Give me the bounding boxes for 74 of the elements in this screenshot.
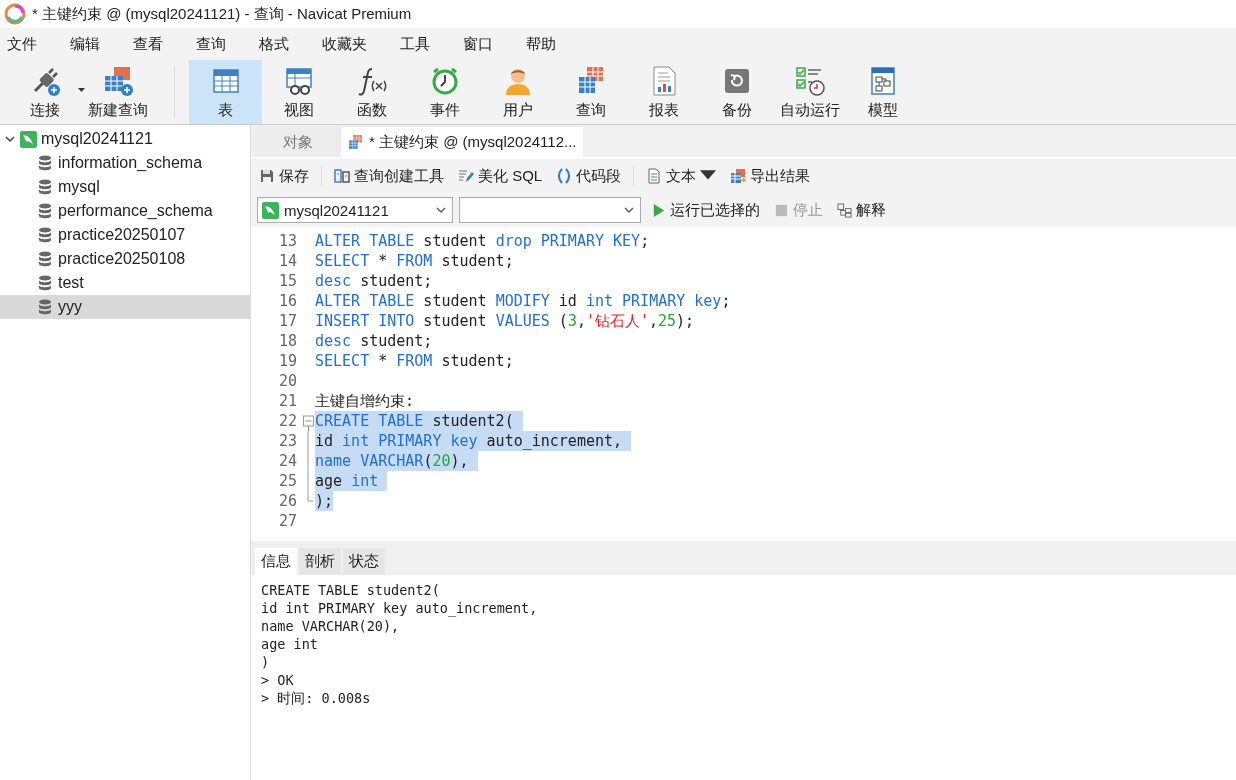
- toolbar-button[interactable]: 导出结果: [728, 166, 813, 186]
- line-number: 14: [277, 252, 298, 270]
- toolbar-button[interactable]: 函数: [335, 60, 408, 124]
- menu-item[interactable]: 查询: [189, 34, 238, 54]
- output-line: age int: [261, 635, 318, 653]
- output-line: id int PRIMARY key auto_increment,: [261, 599, 538, 617]
- toolbar-button[interactable]: 运行已选择的: [647, 200, 764, 220]
- toolbar-button[interactable]: 备份: [700, 60, 773, 124]
- line-number: 26: [277, 492, 298, 510]
- toolbar-button[interactable]: 解释: [833, 200, 890, 220]
- code-line: SELECT * FROM student;: [315, 251, 514, 271]
- window-title: * 主键约束 @ (mysql20241121) - 查询 - Navicat Premium: [32, 4, 412, 24]
- tree-item[interactable]: information_schema: [0, 151, 250, 175]
- output-line: > 时间: 0.008s: [261, 689, 371, 707]
- toolbar-button[interactable]: 美化 SQL: [456, 166, 545, 186]
- toolbar-button[interactable]: 表: [189, 60, 262, 124]
- menu-item[interactable]: 查看: [126, 34, 175, 54]
- toolbar-button[interactable]: 保存: [257, 166, 311, 186]
- line-number: 23: [277, 432, 298, 450]
- toolbar-button[interactable]: 连接: [8, 60, 81, 124]
- tree-item[interactable]: mysql20241121: [41, 130, 153, 148]
- tree-item[interactable]: practice20250108: [0, 247, 250, 271]
- line-number: 27: [277, 512, 298, 530]
- line-number: 16: [277, 292, 298, 310]
- toolbar-button[interactable]: 报表: [627, 60, 700, 124]
- code-line: ALTER TABLE student MODIFY id int PRIMARY key;: [315, 291, 731, 311]
- tree-item[interactable]: yyy: [0, 295, 250, 319]
- line-number: 13: [277, 232, 298, 250]
- code-line: SELECT * FROM student;: [315, 351, 514, 371]
- line-number: 24: [277, 452, 298, 470]
- line-number: 19: [277, 352, 298, 370]
- line-number: 20: [277, 372, 298, 390]
- line-number: 18: [277, 332, 298, 350]
- tree-item[interactable]: test: [0, 271, 250, 295]
- connection-dropdown[interactable]: mysql20241121: [257, 197, 453, 223]
- menu-item[interactable]: 编辑: [63, 34, 112, 54]
- toolbar-button[interactable]: 用户: [481, 60, 554, 124]
- toolbar-button[interactable]: 文本: [644, 166, 719, 186]
- output-line: CREATE TABLE student2(: [261, 581, 440, 599]
- tab[interactable]: * 主键约束 @ (mysql2024112...: [341, 127, 583, 157]
- tab[interactable]: 剖析: [299, 548, 341, 575]
- menu-item[interactable]: 格式: [252, 34, 301, 54]
- tree-item[interactable]: performance_schema: [0, 199, 250, 223]
- toolbar-button[interactable]: 查询创建工具: [332, 166, 446, 186]
- toolbar-button[interactable]: 事件: [408, 60, 481, 124]
- toolbar-button[interactable]: 查询: [554, 60, 627, 124]
- line-number: 22: [277, 412, 298, 430]
- menu-item[interactable]: 窗口: [456, 34, 505, 54]
- line-number: 25: [277, 472, 298, 490]
- code-line: INSERT INTO student VALUES (3,'钻石人',25);: [315, 311, 695, 331]
- code-line: ALTER TABLE student drop PRIMARY KEY;: [315, 231, 650, 251]
- toolbar-button[interactable]: 模型: [846, 60, 919, 124]
- tab[interactable]: 对象: [255, 127, 341, 157]
- output-line: ): [261, 653, 270, 671]
- menu-item[interactable]: 文件: [0, 34, 49, 54]
- toolbar-button[interactable]: 自动运行: [773, 60, 846, 124]
- code-line: desc student;: [315, 331, 433, 351]
- toolbar-button[interactable]: 视图: [262, 60, 335, 124]
- tab[interactable]: 状态: [343, 548, 385, 575]
- line-number: 17: [277, 312, 298, 330]
- code-line: 主键自增约束:: [315, 391, 415, 411]
- tree-item[interactable]: practice20250107: [0, 223, 250, 247]
- line-number: 15: [277, 272, 298, 290]
- toolbar-button[interactable]: 代码段: [554, 166, 624, 186]
- menu-item[interactable]: 帮助: [519, 34, 568, 54]
- line-number: 21: [277, 392, 298, 410]
- code-line: desc student;: [315, 271, 433, 291]
- menu-item[interactable]: 收藏夹: [315, 34, 379, 54]
- tree-item[interactable]: mysql: [0, 175, 250, 199]
- tab[interactable]: 信息: [255, 548, 297, 575]
- output-line: > OK: [261, 671, 294, 689]
- toolbar-button[interactable]: 新建查询: [81, 60, 154, 124]
- menu-item[interactable]: 工具: [393, 34, 442, 54]
- output-line: name VARCHAR(20),: [261, 617, 400, 635]
